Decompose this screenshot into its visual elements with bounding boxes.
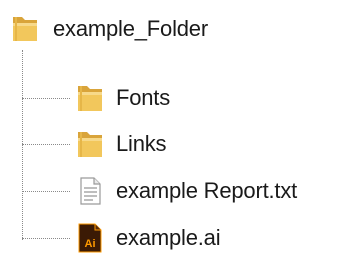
tree-item-example-folder[interactable]: example_Folder — [10, 14, 208, 44]
tree-item-label: example Report.txt — [116, 178, 298, 203]
tree-connector-branch — [22, 98, 70, 99]
tree-connector-branch — [22, 144, 70, 145]
tree-item-label: Links — [116, 131, 167, 156]
tree-item-label: example_Folder — [53, 16, 208, 41]
tree-item-example-report[interactable]: example Report.txt — [74, 175, 297, 207]
tree-item-label: example.ai — [116, 225, 221, 250]
tree-item-links[interactable]: Links — [74, 128, 167, 160]
tree-connector-vertical — [22, 50, 23, 240]
folder-icon — [74, 82, 106, 114]
folder-icon — [74, 128, 106, 160]
tree-item-fonts[interactable]: Fonts — [74, 82, 170, 114]
text-file-icon — [74, 175, 106, 207]
tree-connector-branch — [22, 238, 70, 239]
folder-icon — [10, 14, 40, 44]
ai-badge: Ai — [85, 238, 96, 250]
tree-connector-branch — [22, 191, 70, 192]
illustrator-file-icon: Ai — [74, 222, 106, 254]
tree-item-label: Fonts — [116, 85, 171, 110]
folder-tree: example_Folder Fonts Links example Repor… — [0, 0, 337, 254]
tree-item-example-ai[interactable]: Ai example.ai — [74, 222, 221, 254]
